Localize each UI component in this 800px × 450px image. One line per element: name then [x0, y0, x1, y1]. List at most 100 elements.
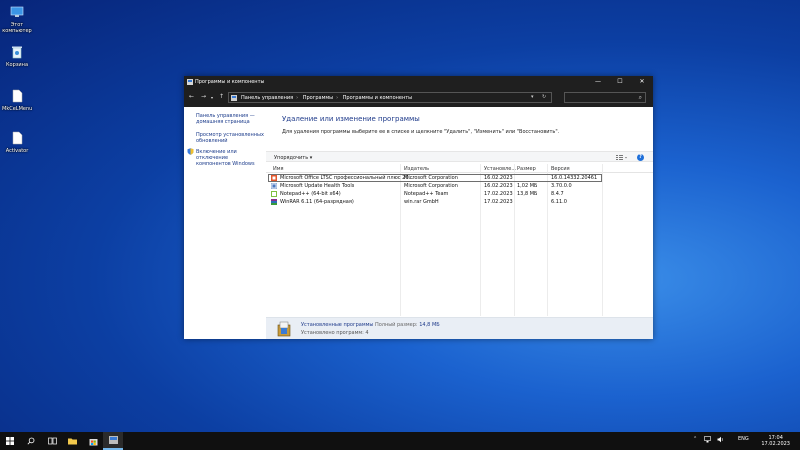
desktop-icon-label: Корзина — [5, 62, 29, 68]
clock[interactable]: 17:04 17.02.2023 — [761, 435, 790, 447]
breadcrumb-control-panel[interactable]: Панель управления — [241, 95, 293, 101]
control-panel-task-button[interactable] — [103, 432, 123, 450]
store-button[interactable] — [83, 432, 103, 450]
clock-date: 17.02.2023 — [761, 441, 790, 447]
file-icon — [9, 130, 25, 146]
windows-logo-icon — [6, 437, 14, 445]
desktop-icon-mkcelmenu[interactable]: MkCeLMenu — [2, 88, 32, 112]
column-header-size[interactable]: Размер — [517, 166, 536, 172]
program-version: 6.11.0 — [551, 199, 567, 205]
installed-programs-icon — [276, 321, 292, 337]
show-hidden-icons[interactable]: ⌃ — [693, 436, 697, 442]
program-size: 1,02 МБ — [517, 183, 538, 189]
title-bar[interactable]: Программы и компоненты — ☐ ✕ — [184, 76, 653, 88]
desktop-icon-label: MkCeLMenu — [2, 106, 33, 112]
column-header-name[interactable]: Имя — [273, 166, 284, 172]
program-version: 8.4.7 — [551, 191, 564, 197]
program-publisher: Notepad++ Team — [404, 191, 449, 197]
task-view-icon — [47, 437, 57, 445]
program-version: 3.70.0.0 — [551, 183, 572, 189]
total-size-label: Полный размер: — [374, 322, 418, 328]
page-description: Для удаления программы выберите ее в спи… — [282, 129, 560, 135]
programs-window: Программы и компоненты — ☐ ✕ ← → ▾ ↑ Пан… — [184, 76, 653, 339]
status-summary: Установленные программы Полный размер: 1… — [301, 322, 440, 328]
taskbar: ⌃ ENG 17:04 17.02.2023 — [0, 432, 800, 450]
notepad-icon — [271, 191, 277, 197]
desktop-icon-label: Этот компьютер — [2, 22, 32, 34]
table-row[interactable]: Microsoft Update Health Tools Microsoft C… — [266, 182, 653, 190]
start-button[interactable] — [0, 432, 20, 450]
program-name: WinRAR 6.11 (64-разрядная) — [280, 199, 354, 205]
shield-icon — [187, 148, 194, 157]
installer-icon — [270, 182, 278, 190]
folder-icon — [67, 438, 77, 445]
recent-chevron-icon[interactable]: ▾ — [211, 95, 213, 100]
table-row[interactable]: Microsoft Office LTSC профессиональный п… — [266, 174, 653, 182]
up-arrow-icon[interactable]: ↑ — [219, 93, 224, 100]
explorer-button[interactable] — [62, 432, 82, 450]
control-panel-home-link[interactable]: Панель управления — домашняя страница — [196, 113, 264, 125]
back-arrow-icon[interactable]: ← — [189, 93, 194, 100]
program-installed-date: 17.02.2023 — [484, 191, 513, 197]
address-toolbar: ← → ▾ ↑ Панель управления › Программы › Пр… — [184, 88, 653, 107]
network-icon[interactable] — [704, 436, 711, 445]
refresh-icon[interactable]: ↻ — [542, 94, 546, 100]
program-installed-date: 16.02.2023 — [484, 175, 513, 181]
forward-arrow-icon[interactable]: → — [201, 93, 206, 100]
recycle-bin-icon — [9, 44, 25, 60]
windows-features-link[interactable]: Включение или отключение компонентов Win… — [196, 149, 264, 167]
left-pane: Панель управления — домашняя страница Пр… — [184, 107, 266, 339]
program-version: 16.0.14332.20461 — [551, 175, 598, 181]
total-size-value: 14,8 МБ — [419, 322, 440, 328]
command-toolbar: Упорядочить ▾ ? — [266, 151, 653, 162]
program-name: Notepad++ (64-bit x64) — [280, 191, 341, 197]
desktop-icon-activator[interactable]: Activator — [2, 130, 32, 154]
view-options-icon[interactable] — [616, 154, 628, 163]
search-icon — [27, 437, 35, 445]
control-panel-icon — [187, 79, 193, 85]
program-size: 13,8 МБ — [517, 191, 538, 197]
address-bar[interactable]: Панель управления › Программы › Программы … — [228, 92, 552, 103]
column-header-version[interactable]: Версия — [551, 166, 570, 172]
computer-icon — [9, 4, 25, 20]
program-installed-date: 17.02.2023 — [484, 199, 513, 205]
page-title: Удаление или изменение программы — [282, 115, 420, 123]
column-header-publisher[interactable]: Издатель — [404, 166, 429, 172]
search-icon: ⌕ — [638, 94, 642, 101]
program-installed-date: 16.02.2023 — [484, 183, 513, 189]
column-header-installed[interactable]: Установле... — [484, 166, 516, 172]
program-publisher: Microsoft Corporation — [404, 175, 458, 181]
table-header: Имя Издатель Установле... Размер Версия — [266, 164, 653, 173]
organize-button[interactable]: Упорядочить ▾ — [274, 155, 312, 161]
breadcrumb-programs[interactable]: Программы — [303, 95, 333, 101]
breadcrumb: Панель управления › Программы › Программы … — [241, 95, 413, 101]
status-label: Установленные программы — [301, 322, 374, 328]
program-name: Microsoft Office LTSC профессиональный п… — [280, 175, 414, 181]
search-button[interactable] — [21, 432, 41, 450]
view-updates-link[interactable]: Просмотр установленных обновлений — [196, 132, 264, 144]
table-row[interactable]: WinRAR 6.11 (64-разрядная) win.rar GmbH 17… — [266, 198, 653, 206]
control-panel-icon — [231, 95, 237, 101]
close-button[interactable]: ✕ — [631, 76, 653, 88]
desktop-icon-this-pc[interactable]: Этот компьютер — [2, 4, 32, 34]
winrar-icon — [271, 199, 277, 205]
desktop-icon-recycle-bin[interactable]: Корзина — [2, 44, 32, 68]
search-input[interactable]: ⌕ — [564, 92, 646, 103]
window-title: Программы и компоненты — [195, 79, 265, 85]
minimize-button[interactable]: — — [587, 76, 609, 88]
program-publisher: win.rar GmbH — [404, 199, 439, 205]
breadcrumb-programs-features[interactable]: Программы и компоненты — [343, 95, 412, 101]
control-panel-icon — [108, 436, 118, 444]
main-content: Удаление или изменение программы Для уда… — [266, 107, 653, 339]
office-icon — [271, 175, 277, 181]
file-icon — [9, 88, 25, 104]
help-icon[interactable]: ? — [637, 154, 644, 161]
maximize-button[interactable]: ☐ — [609, 76, 631, 88]
table-row[interactable]: Notepad++ (64-bit x64) Notepad++ Team 17.0… — [266, 190, 653, 198]
task-view-button[interactable] — [42, 432, 62, 450]
volume-icon[interactable] — [717, 436, 724, 445]
status-bar: Установленные программы Полный размер: 1… — [266, 317, 653, 339]
input-language[interactable]: ENG — [738, 436, 749, 442]
desktop-icon-label: Activator — [5, 148, 29, 154]
chevron-down-icon[interactable]: ▾ — [531, 94, 534, 100]
